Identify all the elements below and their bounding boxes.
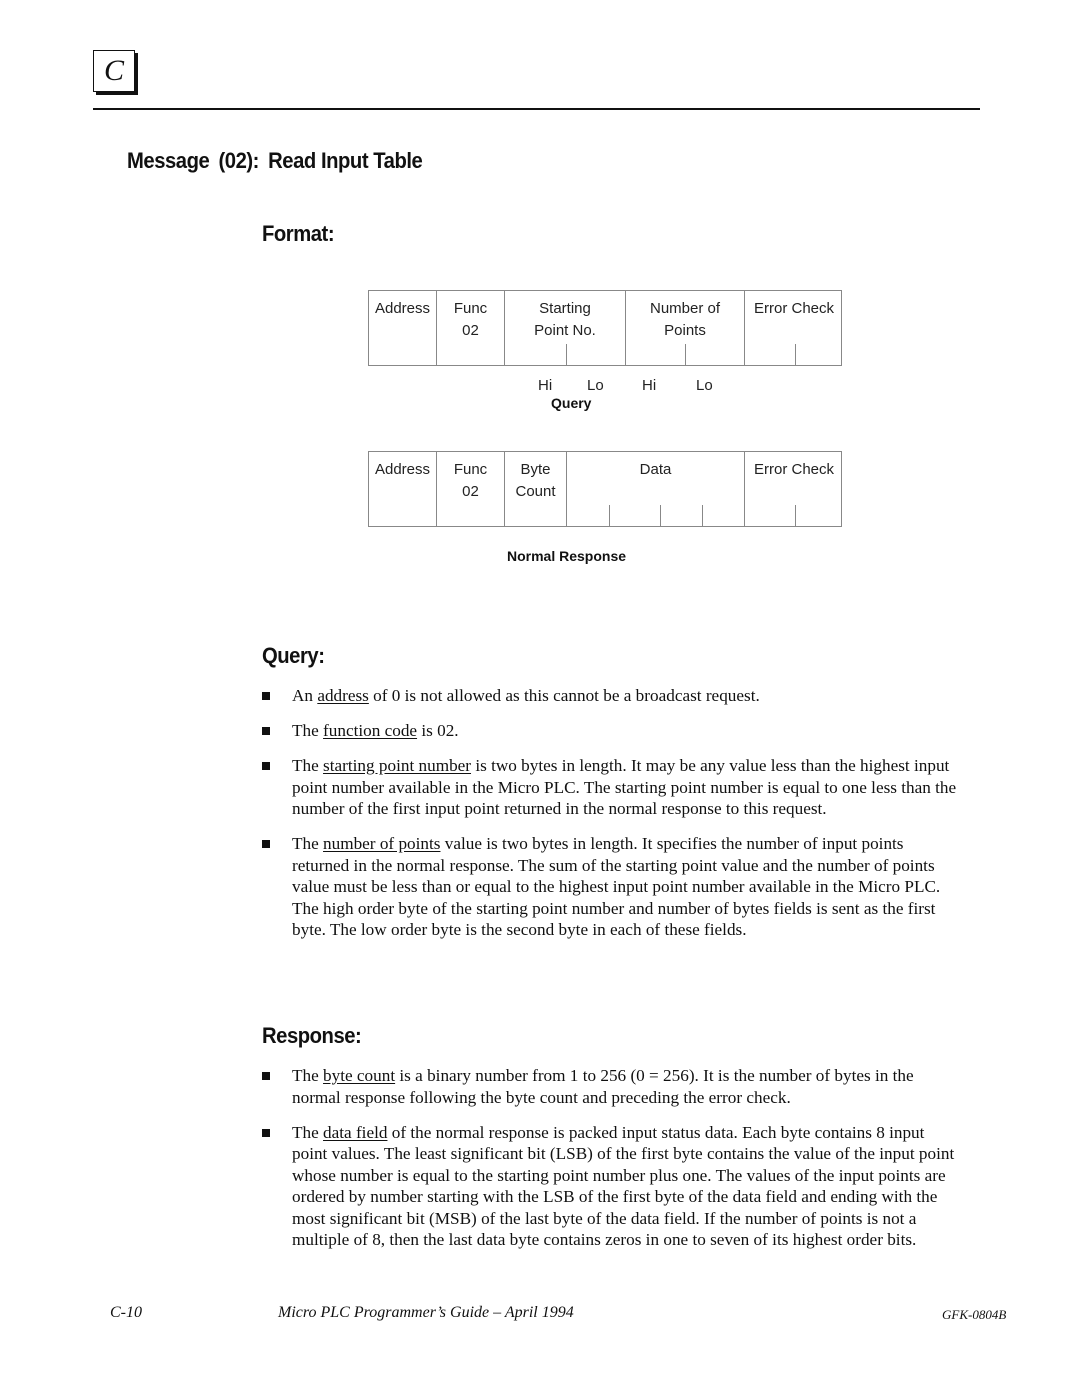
response-frame-diagram: Address Func 02 Byte Count Data Error Ch… — [368, 451, 842, 527]
byte-label-lo: Lo — [587, 377, 604, 394]
list-item: An address of 0 is not allowed as this c… — [262, 685, 962, 707]
book-title: Micro PLC Programmer’s Guide – April 199… — [278, 1304, 574, 1321]
byte-divider — [566, 344, 567, 365]
list-item: The function code is 02. — [262, 720, 962, 742]
frame-cell-starting-point: Starting Point No. — [505, 291, 626, 365]
byte-label-lo: Lo — [696, 377, 713, 394]
query-bullet-list: An address of 0 is not allowed as this c… — [262, 685, 962, 954]
byte-divider — [660, 505, 661, 526]
list-item: The byte count is a binary number from 1… — [262, 1065, 962, 1108]
frame-cell-error-check: Error Check — [745, 452, 843, 526]
bullet-square-icon — [262, 727, 270, 735]
document-id: GFK-0804B — [942, 1307, 1007, 1322]
bullet-square-icon — [262, 762, 270, 770]
term-link: function code — [323, 721, 418, 740]
list-item: The number of points value is two bytes … — [262, 833, 962, 941]
header-rule — [93, 108, 980, 110]
page-number: C-10 — [110, 1304, 142, 1321]
query-frame-caption: Query — [551, 395, 592, 411]
chapter-tab: C — [93, 50, 135, 92]
frame-cell-func: Func 02 — [437, 291, 505, 365]
frame-cell-address: Address — [369, 452, 437, 526]
frame-cell-address: Address — [369, 291, 437, 365]
term-link: data field — [323, 1122, 388, 1142]
bullet-square-icon — [262, 1072, 270, 1080]
page-title: Message (02): Read Input Table — [127, 148, 423, 173]
bullet-square-icon — [262, 692, 270, 700]
byte-divider — [795, 505, 796, 526]
response-frame-caption: Normal Response — [507, 548, 627, 564]
frame-cell-error-check: Error Check — [745, 291, 843, 365]
term-link: starting point number — [323, 756, 472, 775]
byte-divider — [702, 505, 703, 526]
byte-label-hi: Hi — [538, 377, 553, 394]
frame-cell-number-of-points: Number of Points — [626, 291, 745, 365]
byte-divider — [609, 505, 610, 526]
byte-divider — [795, 344, 796, 365]
byte-label-hi: Hi — [642, 377, 657, 394]
response-heading: Response: — [262, 1023, 362, 1048]
frame-cell-func: Func 02 — [437, 452, 505, 526]
frame-cell-byte-count: Byte Count — [505, 452, 567, 526]
response-bullet-list: The byte count is a binary number from 1… — [262, 1065, 962, 1264]
term-link: byte count — [323, 1066, 396, 1085]
list-item: The data field of the normal response is… — [262, 1122, 962, 1251]
query-heading: Query: — [262, 643, 325, 668]
term-link: address — [317, 686, 369, 705]
byte-divider — [685, 344, 686, 365]
query-frame-diagram: Address Func 02 Starting Point No. Numbe… — [368, 290, 842, 366]
bullet-square-icon — [262, 1128, 270, 1137]
format-heading: Format: — [262, 221, 335, 246]
frame-cell-data: Data — [567, 452, 745, 526]
list-item: The starting point number is two bytes i… — [262, 755, 962, 820]
chapter-letter: C — [103, 54, 124, 87]
term-link: number of points — [323, 834, 441, 853]
bullet-square-icon — [262, 840, 270, 848]
